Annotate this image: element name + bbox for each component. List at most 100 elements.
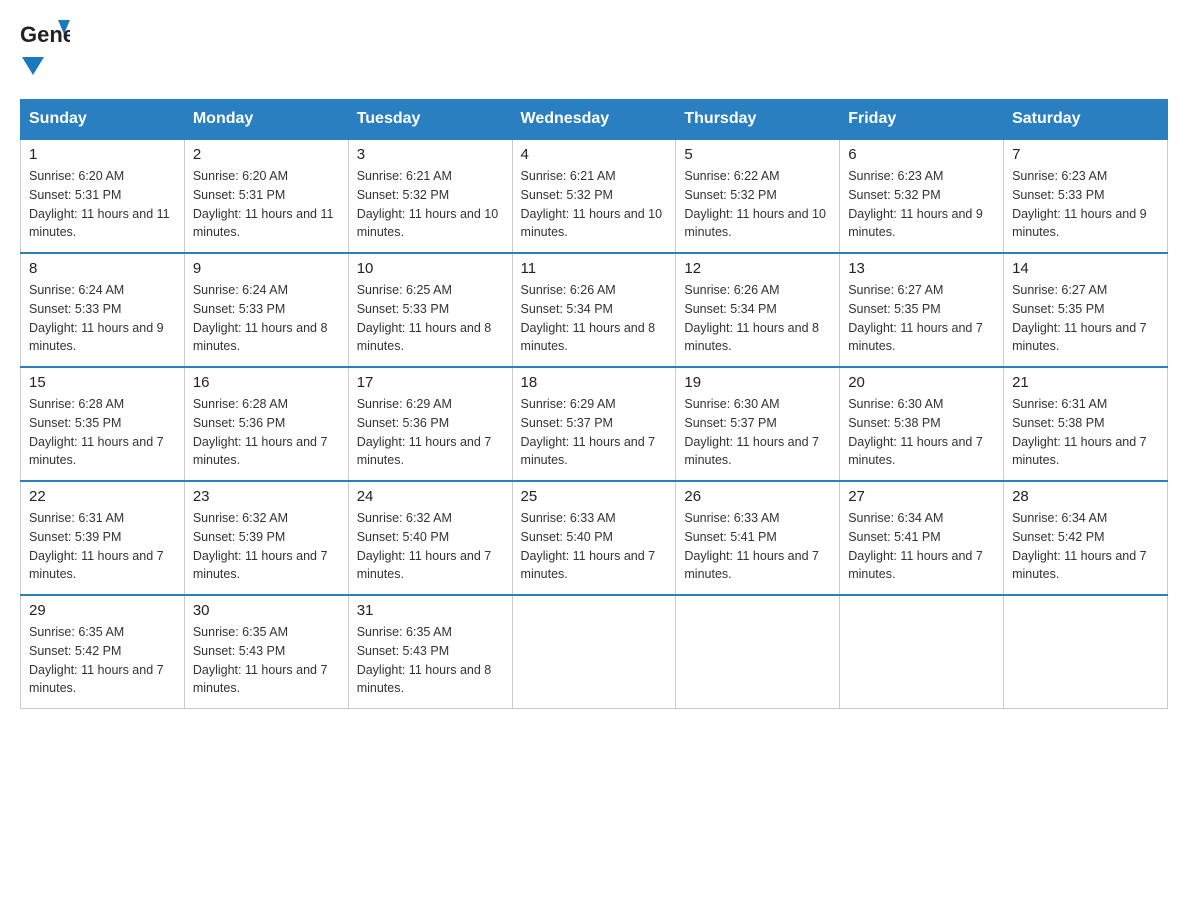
day-info: Sunrise: 6:28 AM Sunset: 5:36 PM Dayligh… bbox=[193, 395, 340, 470]
day-info: Sunrise: 6:21 AM Sunset: 5:32 PM Dayligh… bbox=[521, 167, 668, 242]
day-info: Sunrise: 6:30 AM Sunset: 5:37 PM Dayligh… bbox=[684, 395, 831, 470]
calendar-week-row: 8 Sunrise: 6:24 AM Sunset: 5:33 PM Dayli… bbox=[21, 253, 1168, 367]
calendar-week-row: 29 Sunrise: 6:35 AM Sunset: 5:42 PM Dayl… bbox=[21, 595, 1168, 709]
calendar-cell: 13 Sunrise: 6:27 AM Sunset: 5:35 PM Dayl… bbox=[840, 253, 1004, 367]
weekday-header-monday: Monday bbox=[184, 100, 348, 140]
day-info: Sunrise: 6:26 AM Sunset: 5:34 PM Dayligh… bbox=[521, 281, 668, 356]
calendar-cell: 8 Sunrise: 6:24 AM Sunset: 5:33 PM Dayli… bbox=[21, 253, 185, 367]
day-info: Sunrise: 6:34 AM Sunset: 5:42 PM Dayligh… bbox=[1012, 509, 1159, 584]
day-number: 20 bbox=[848, 374, 995, 391]
calendar-week-row: 15 Sunrise: 6:28 AM Sunset: 5:35 PM Dayl… bbox=[21, 367, 1168, 481]
calendar-cell: 10 Sunrise: 6:25 AM Sunset: 5:33 PM Dayl… bbox=[348, 253, 512, 367]
day-info: Sunrise: 6:27 AM Sunset: 5:35 PM Dayligh… bbox=[848, 281, 995, 356]
day-info: Sunrise: 6:31 AM Sunset: 5:39 PM Dayligh… bbox=[29, 509, 176, 584]
calendar-week-row: 22 Sunrise: 6:31 AM Sunset: 5:39 PM Dayl… bbox=[21, 481, 1168, 595]
calendar-cell: 30 Sunrise: 6:35 AM Sunset: 5:43 PM Dayl… bbox=[184, 595, 348, 709]
day-number: 25 bbox=[521, 488, 668, 505]
day-info: Sunrise: 6:35 AM Sunset: 5:42 PM Dayligh… bbox=[29, 623, 176, 698]
day-number: 22 bbox=[29, 488, 176, 505]
day-number: 17 bbox=[357, 374, 504, 391]
calendar-cell: 1 Sunrise: 6:20 AM Sunset: 5:31 PM Dayli… bbox=[21, 139, 185, 253]
day-info: Sunrise: 6:27 AM Sunset: 5:35 PM Dayligh… bbox=[1012, 281, 1159, 356]
calendar-cell: 3 Sunrise: 6:21 AM Sunset: 5:32 PM Dayli… bbox=[348, 139, 512, 253]
day-number: 14 bbox=[1012, 260, 1159, 277]
day-number: 31 bbox=[357, 602, 504, 619]
calendar-cell: 21 Sunrise: 6:31 AM Sunset: 5:38 PM Dayl… bbox=[1004, 367, 1168, 481]
day-info: Sunrise: 6:21 AM Sunset: 5:32 PM Dayligh… bbox=[357, 167, 504, 242]
day-info: Sunrise: 6:20 AM Sunset: 5:31 PM Dayligh… bbox=[29, 167, 176, 242]
day-number: 26 bbox=[684, 488, 831, 505]
day-number: 16 bbox=[193, 374, 340, 391]
day-number: 24 bbox=[357, 488, 504, 505]
calendar-cell: 28 Sunrise: 6:34 AM Sunset: 5:42 PM Dayl… bbox=[1004, 481, 1168, 595]
day-info: Sunrise: 6:29 AM Sunset: 5:37 PM Dayligh… bbox=[521, 395, 668, 470]
day-number: 11 bbox=[521, 260, 668, 277]
calendar-cell bbox=[840, 595, 1004, 709]
calendar-cell bbox=[1004, 595, 1168, 709]
day-info: Sunrise: 6:33 AM Sunset: 5:41 PM Dayligh… bbox=[684, 509, 831, 584]
day-info: Sunrise: 6:30 AM Sunset: 5:38 PM Dayligh… bbox=[848, 395, 995, 470]
day-number: 21 bbox=[1012, 374, 1159, 391]
calendar-cell: 29 Sunrise: 6:35 AM Sunset: 5:42 PM Dayl… bbox=[21, 595, 185, 709]
logo: General bbox=[20, 20, 70, 79]
weekday-header-friday: Friday bbox=[840, 100, 1004, 140]
day-number: 15 bbox=[29, 374, 176, 391]
day-number: 29 bbox=[29, 602, 176, 619]
calendar-cell: 19 Sunrise: 6:30 AM Sunset: 5:37 PM Dayl… bbox=[676, 367, 840, 481]
day-info: Sunrise: 6:35 AM Sunset: 5:43 PM Dayligh… bbox=[193, 623, 340, 698]
calendar-cell: 17 Sunrise: 6:29 AM Sunset: 5:36 PM Dayl… bbox=[348, 367, 512, 481]
day-info: Sunrise: 6:24 AM Sunset: 5:33 PM Dayligh… bbox=[29, 281, 176, 356]
day-number: 2 bbox=[193, 146, 340, 163]
calendar-cell: 26 Sunrise: 6:33 AM Sunset: 5:41 PM Dayl… bbox=[676, 481, 840, 595]
calendar-cell: 16 Sunrise: 6:28 AM Sunset: 5:36 PM Dayl… bbox=[184, 367, 348, 481]
calendar-cell: 23 Sunrise: 6:32 AM Sunset: 5:39 PM Dayl… bbox=[184, 481, 348, 595]
weekday-header-tuesday: Tuesday bbox=[348, 100, 512, 140]
day-number: 1 bbox=[29, 146, 176, 163]
day-number: 13 bbox=[848, 260, 995, 277]
calendar-cell: 18 Sunrise: 6:29 AM Sunset: 5:37 PM Dayl… bbox=[512, 367, 676, 481]
calendar-cell: 2 Sunrise: 6:20 AM Sunset: 5:31 PM Dayli… bbox=[184, 139, 348, 253]
calendar-cell: 22 Sunrise: 6:31 AM Sunset: 5:39 PM Dayl… bbox=[21, 481, 185, 595]
day-number: 9 bbox=[193, 260, 340, 277]
day-number: 8 bbox=[29, 260, 176, 277]
day-number: 30 bbox=[193, 602, 340, 619]
day-number: 12 bbox=[684, 260, 831, 277]
day-info: Sunrise: 6:20 AM Sunset: 5:31 PM Dayligh… bbox=[193, 167, 340, 242]
calendar-cell: 11 Sunrise: 6:26 AM Sunset: 5:34 PM Dayl… bbox=[512, 253, 676, 367]
day-number: 28 bbox=[1012, 488, 1159, 505]
day-number: 23 bbox=[193, 488, 340, 505]
calendar-cell: 25 Sunrise: 6:33 AM Sunset: 5:40 PM Dayl… bbox=[512, 481, 676, 595]
calendar-cell bbox=[676, 595, 840, 709]
calendar-cell: 12 Sunrise: 6:26 AM Sunset: 5:34 PM Dayl… bbox=[676, 253, 840, 367]
calendar-cell: 5 Sunrise: 6:22 AM Sunset: 5:32 PM Dayli… bbox=[676, 139, 840, 253]
weekday-header-wednesday: Wednesday bbox=[512, 100, 676, 140]
day-number: 5 bbox=[684, 146, 831, 163]
day-number: 4 bbox=[521, 146, 668, 163]
weekday-header-thursday: Thursday bbox=[676, 100, 840, 140]
calendar-cell bbox=[512, 595, 676, 709]
calendar-cell: 4 Sunrise: 6:21 AM Sunset: 5:32 PM Dayli… bbox=[512, 139, 676, 253]
day-info: Sunrise: 6:35 AM Sunset: 5:43 PM Dayligh… bbox=[357, 623, 504, 698]
day-info: Sunrise: 6:28 AM Sunset: 5:35 PM Dayligh… bbox=[29, 395, 176, 470]
weekday-header-sunday: Sunday bbox=[21, 100, 185, 140]
day-info: Sunrise: 6:33 AM Sunset: 5:40 PM Dayligh… bbox=[521, 509, 668, 584]
calendar-cell: 15 Sunrise: 6:28 AM Sunset: 5:35 PM Dayl… bbox=[21, 367, 185, 481]
calendar-cell: 6 Sunrise: 6:23 AM Sunset: 5:32 PM Dayli… bbox=[840, 139, 1004, 253]
logo-triangle-icon bbox=[22, 57, 44, 79]
day-info: Sunrise: 6:31 AM Sunset: 5:38 PM Dayligh… bbox=[1012, 395, 1159, 470]
calendar-cell: 9 Sunrise: 6:24 AM Sunset: 5:33 PM Dayli… bbox=[184, 253, 348, 367]
calendar-cell: 27 Sunrise: 6:34 AM Sunset: 5:41 PM Dayl… bbox=[840, 481, 1004, 595]
calendar-cell: 7 Sunrise: 6:23 AM Sunset: 5:33 PM Dayli… bbox=[1004, 139, 1168, 253]
day-number: 7 bbox=[1012, 146, 1159, 163]
calendar-cell: 24 Sunrise: 6:32 AM Sunset: 5:40 PM Dayl… bbox=[348, 481, 512, 595]
day-number: 18 bbox=[521, 374, 668, 391]
day-info: Sunrise: 6:34 AM Sunset: 5:41 PM Dayligh… bbox=[848, 509, 995, 584]
day-info: Sunrise: 6:32 AM Sunset: 5:40 PM Dayligh… bbox=[357, 509, 504, 584]
day-info: Sunrise: 6:23 AM Sunset: 5:32 PM Dayligh… bbox=[848, 167, 995, 242]
calendar-week-row: 1 Sunrise: 6:20 AM Sunset: 5:31 PM Dayli… bbox=[21, 139, 1168, 253]
day-info: Sunrise: 6:24 AM Sunset: 5:33 PM Dayligh… bbox=[193, 281, 340, 356]
day-info: Sunrise: 6:23 AM Sunset: 5:33 PM Dayligh… bbox=[1012, 167, 1159, 242]
day-number: 6 bbox=[848, 146, 995, 163]
day-info: Sunrise: 6:32 AM Sunset: 5:39 PM Dayligh… bbox=[193, 509, 340, 584]
weekday-header-saturday: Saturday bbox=[1004, 100, 1168, 140]
